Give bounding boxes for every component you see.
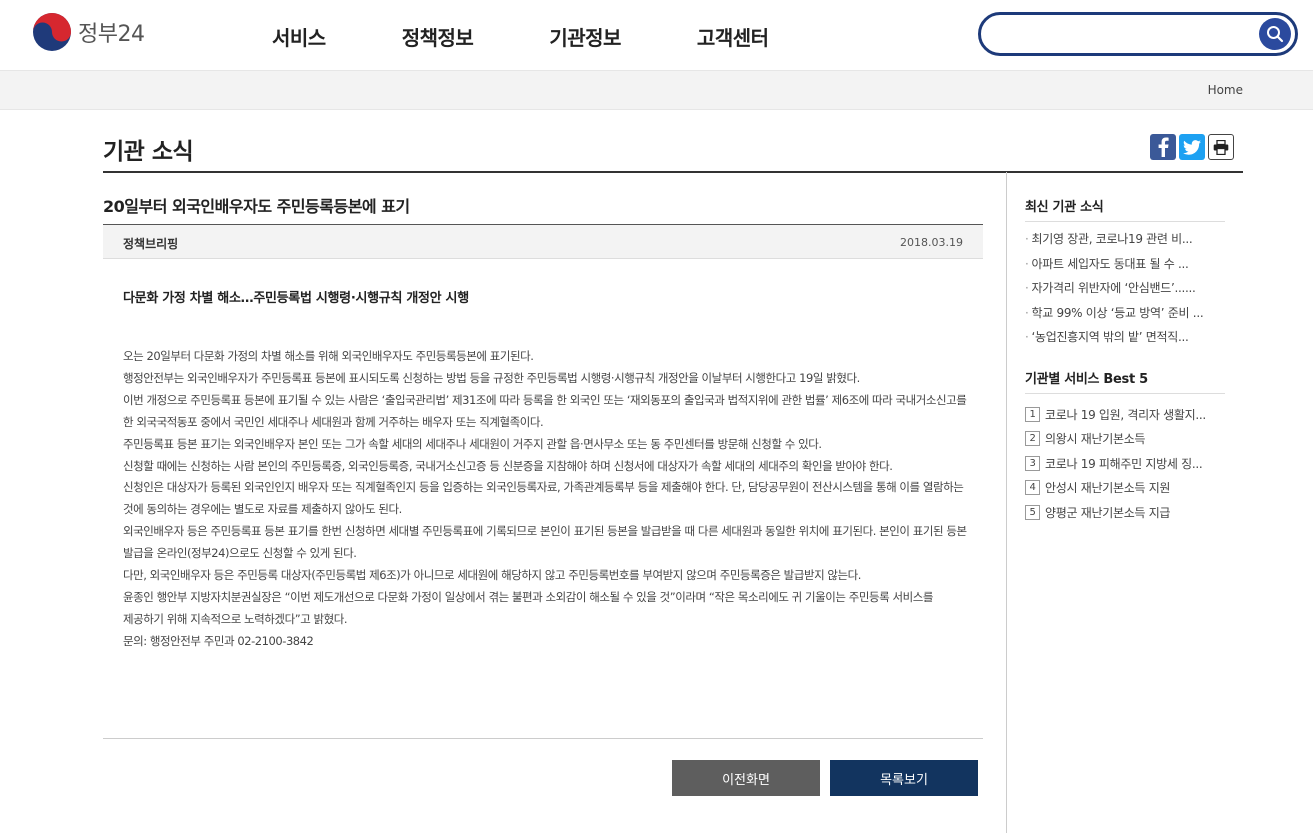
nav-item-support[interactable]: 고객센터: [697, 22, 769, 51]
search-input[interactable]: [995, 23, 1255, 45]
best-services-heading: 기관별 서비스 Best 5: [1025, 372, 1148, 387]
twitter-share-button[interactable]: [1179, 134, 1205, 160]
share-toolbar: [1150, 134, 1237, 160]
rank-badge: 3: [1025, 455, 1040, 471]
news-item[interactable]: 아파트 세입자도 동대표 될 수 ...: [1025, 255, 1225, 280]
article-date: 2018.03.19: [900, 236, 963, 249]
article-paragraph: 오는 20일부터 다문화 가정의 차별 해소를 위해 외국인배우자도 주민등록등…: [123, 349, 534, 363]
best-service-label: 양평군 재난기본소득 지급: [1045, 505, 1171, 520]
breadcrumb-home-link[interactable]: Home: [1208, 83, 1243, 97]
article-meta: 정책브리핑 2018.03.19: [103, 224, 983, 259]
article-lead: 다문화 가정 차별 해소…주민등록법 시행령·시행규칙 개정안 시행: [123, 291, 469, 306]
article-paragraph: 주민등록표 등본 표기는 외국인배우자 본인 또는 그가 속할 세대의 세대주나…: [123, 436, 822, 451]
article-paragraph: 외국인배우자 등은 주민등록표 등본 표기를 한번 신청하면 세대별 주민등록표…: [123, 524, 967, 561]
main-nav: 서비스 정책정보 기관정보 고객센터: [272, 22, 845, 51]
article-paragraph: 신청할 때에는 신청하는 사람 본인의 주민등록증, 외국인등록증, 국내거소신…: [123, 458, 893, 473]
facebook-share-button[interactable]: [1150, 134, 1176, 160]
print-button[interactable]: [1208, 134, 1234, 160]
page-title: 기관 소식: [103, 139, 194, 165]
facebook-icon: [1158, 137, 1169, 157]
taegeuk-logo-icon: [33, 13, 71, 51]
logo-text: 정부24: [78, 22, 145, 47]
search-icon: [1267, 26, 1284, 43]
latest-news-list: 최기영 장관, 코로나19 관련 비... 아파트 세입자도 동대표 될 수 .…: [1025, 230, 1225, 353]
best-service-item[interactable]: 1 코로나 19 입원, 격리자 생활지...: [1025, 402, 1225, 427]
news-item[interactable]: 학교 99% 이상 ‘등교 방역’ 준비 ...: [1025, 304, 1225, 329]
list-button[interactable]: 목록보기: [830, 760, 978, 796]
rank-badge: 1: [1025, 406, 1040, 422]
best-service-item[interactable]: 2 의왕시 재난기본소득: [1025, 427, 1225, 452]
article-title: 20일부터 외국인배우자도 주민등록등본에 표기: [103, 197, 410, 216]
nav-item-policy[interactable]: 정책정보: [402, 22, 474, 51]
print-icon: [1213, 139, 1229, 155]
logo[interactable]: 정부24: [32, 12, 145, 52]
best-service-item[interactable]: 4 안성시 재난기본소득 지원: [1025, 476, 1225, 501]
news-item[interactable]: 최기영 장관, 코로나19 관련 비...: [1025, 230, 1225, 255]
back-button[interactable]: 이전화면: [672, 760, 820, 796]
best-service-item[interactable]: 5 양평군 재난기본소득 지급: [1025, 500, 1225, 525]
rank-badge: 4: [1025, 480, 1040, 496]
breadcrumb: Home: [0, 70, 1313, 110]
news-item[interactable]: 자가격리 위반자에 ‘안심밴드’......: [1025, 279, 1225, 304]
header: 정부24 서비스 정책정보 기관정보 고객센터: [0, 0, 1313, 70]
rank-badge: 2: [1025, 431, 1040, 447]
article-paragraph: 행정안전부는 외국인배우자가 주민등록표 등본에 표시되도록 신청하는 방법 등…: [123, 370, 860, 385]
best-service-label: 안성시 재난기본소득 지원: [1045, 481, 1171, 496]
article-divider: [103, 738, 983, 739]
article-paragraph: 윤종인 행안부 지방자치분권실장은 “이번 제도개선으로 다문화 가정이 일상에…: [123, 589, 933, 626]
article-paragraph: 이번 개정으로 주민등록표 등본에 표기될 수 있는 사람은 ‘출입국관리법’ …: [123, 392, 967, 429]
rank-badge: 5: [1025, 504, 1040, 520]
best-services-list: 1 코로나 19 입원, 격리자 생활지... 2 의왕시 재난기본소득 3 코로나 …: [1025, 402, 1225, 525]
best-service-label: 코로나 19 입원, 격리자 생활지...: [1045, 407, 1206, 422]
nav-item-services[interactable]: 서비스: [272, 22, 326, 51]
search-button[interactable]: [1259, 18, 1291, 50]
best-service-label: 의왕시 재난기본소득: [1045, 432, 1146, 447]
search-box: [978, 12, 1298, 56]
latest-news-rule: [1025, 221, 1225, 222]
latest-news-heading: 최신 기관 소식: [1025, 200, 1104, 215]
nav-item-agency[interactable]: 기관정보: [549, 22, 621, 51]
article-paragraph: 다만, 외국인배우자 등은 주민등록 대상자(주민등록법 제6조)가 아니므로 …: [123, 568, 862, 583]
article-paragraph: 신청인은 대상자가 등록된 외국인인지 배우자 또는 직계혈족인지 등을 입증하…: [123, 480, 964, 517]
title-divider: [103, 171, 1243, 173]
best-service-item[interactable]: 3 코로나 19 피해주민 지방세 징...: [1025, 451, 1225, 476]
twitter-icon: [1183, 139, 1201, 155]
article-category: 정책브리핑: [123, 237, 179, 251]
best-services-rule: [1025, 393, 1225, 394]
sidebar-divider: [1006, 172, 1007, 833]
article-body: 오는 20일부터 다문화 가정의 차별 해소를 위해 외국인배우자도 주민등록등…: [123, 346, 968, 653]
article-contact: 문의: 행정안전부 주민과 02-2100-3842: [123, 633, 314, 648]
news-item[interactable]: ‘농업진흥지역 밖의 밭’ 면적직...: [1025, 328, 1225, 353]
best-service-label: 코로나 19 피해주민 지방세 징...: [1045, 456, 1203, 471]
